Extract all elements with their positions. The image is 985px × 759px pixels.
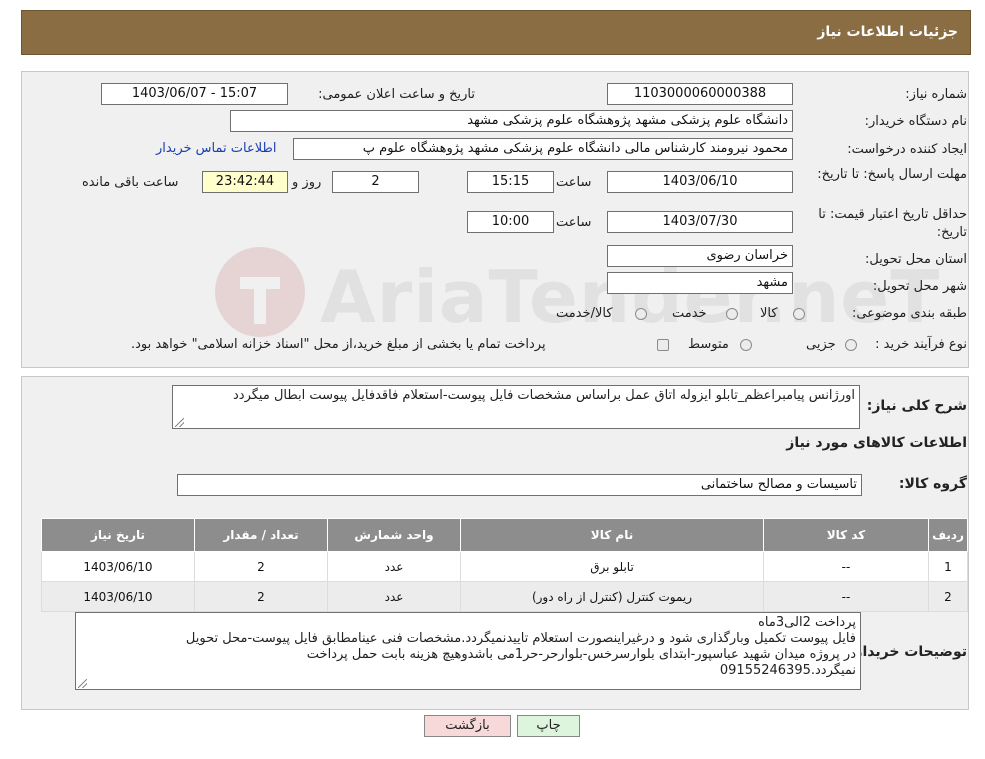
goods-group-field: تاسیسات و مصالح ساختمانی	[177, 474, 862, 496]
category-label: طبقه بندی موضوعی:	[851, 306, 967, 321]
cell-item-code: --	[763, 551, 929, 582]
col-quantity: تعداد / مقدار	[194, 518, 328, 552]
col-need-date: تاریخ نیاز	[41, 518, 195, 552]
category-option-goods: کالا	[760, 306, 778, 321]
table-row: 2 -- ریموت کنترل (کنترل از راه دور) عدد …	[41, 581, 968, 612]
category-option-service: خدمت	[672, 306, 707, 321]
cell-item-name: تابلو برق	[460, 551, 764, 582]
province-field: خراسان رضوی	[607, 245, 793, 267]
city-label: شهر محل تحویل:	[872, 279, 967, 294]
description-label: شرح کلی نیاز:	[866, 398, 967, 414]
need-number-field: 1103000060000388	[607, 83, 793, 105]
cell-item-name: ریموت کنترل (کنترل از راه دور)	[460, 581, 764, 612]
cell-row-number: 1	[928, 551, 968, 582]
cell-unit: عدد	[327, 581, 461, 612]
validity-time-label: ساعت	[556, 215, 592, 230]
goods-section-title: اطلاعات کالاهای مورد نیاز	[786, 435, 967, 451]
city-field: مشهد	[607, 272, 793, 294]
watermark-text: AriaTender.neT	[320, 255, 941, 339]
announce-field: 1403/06/07 - 15:07	[101, 83, 288, 105]
category-option-goods-service: کالا/خدمت	[556, 306, 613, 321]
print-button[interactable]: چاپ	[517, 715, 580, 737]
buyer-notes-line: فایل پیوست تکمیل وبارگذاری شود و درغیرای…	[185, 631, 856, 646]
cell-quantity: 2	[194, 581, 328, 612]
buyer-notes-line: نمیگردد.09155246395	[719, 663, 856, 678]
deadline-date-field: 1403/06/10	[607, 171, 793, 193]
back-button[interactable]: بازگشت	[424, 715, 511, 737]
page-title: جزئیات اطلاعات نیاز	[817, 24, 958, 40]
payment-note: پرداخت تمام یا بخشی از مبلغ خرید،از محل …	[131, 337, 546, 352]
announce-label: تاریخ و ساعت اعلان عمومی:	[318, 87, 475, 102]
page-header: جزئیات اطلاعات نیاز	[21, 10, 971, 55]
deadline-label: مهلت ارسال پاسخ: تا تاریخ:	[817, 166, 967, 184]
resize-grip-icon[interactable]	[175, 418, 184, 427]
buyer-notes-line: پرداخت 2الی3ماه	[758, 615, 856, 630]
items-table: ردیف کد کالا نام کالا واحد شمارش تعداد /…	[41, 518, 968, 612]
process-option-minor: جزیی	[806, 337, 836, 352]
process-label: نوع فرآیند خرید :	[875, 337, 967, 352]
description-text: اورژانس پیامبراعظم_تابلو ایزوله اتاق عمل…	[233, 388, 855, 403]
contact-info-link[interactable]: اطلاعات تماس خریدار	[156, 141, 276, 156]
deadline-time-label: ساعت	[556, 175, 592, 190]
validity-label-text: حداقل تاریخ اعتبار قیمت: تا تاریخ:	[818, 207, 967, 240]
col-item-name: نام کالا	[460, 518, 764, 552]
days-label: روز و	[292, 175, 322, 190]
deadline-label-text: مهلت ارسال پاسخ: تا تاریخ:	[817, 167, 967, 182]
remaining-label: ساعت باقی مانده	[82, 175, 179, 190]
creator-field: محمود نیرومند کارشناس مالی دانشگاه علوم …	[293, 138, 793, 160]
cell-quantity: 2	[194, 551, 328, 582]
buyer-notes-line: در پروژه میدان شهید عباسپور-ابتدای بلوار…	[306, 647, 856, 662]
province-label: استان محل تحویل:	[865, 252, 967, 267]
remaining-time-field: 23:42:44	[202, 171, 288, 193]
buyer-org-label: نام دستگاه خریدار:	[864, 114, 967, 129]
buyer-notes-label: توضیحات خریدار:	[848, 644, 967, 660]
items-table-header: ردیف کد کالا نام کالا واحد شمارش تعداد /…	[41, 518, 968, 552]
cell-item-code: --	[763, 581, 929, 612]
deadline-time-field: 15:15	[467, 171, 554, 193]
creator-label: ایجاد کننده درخواست:	[847, 142, 967, 157]
process-radio-medium[interactable]	[740, 339, 752, 351]
process-radio-minor[interactable]	[845, 339, 857, 351]
process-option-medium: متوسط	[688, 337, 729, 352]
col-item-code: کد کالا	[763, 518, 929, 552]
table-row: 1 -- تابلو برق عدد 2 1403/06/10	[41, 551, 968, 582]
validity-date-field: 1403/07/30	[607, 211, 793, 233]
description-textarea[interactable]: اورژانس پیامبراعظم_تابلو ایزوله اتاق عمل…	[172, 385, 860, 429]
cell-need-date: 1403/06/10	[41, 551, 195, 582]
resize-grip-icon[interactable]	[78, 679, 87, 688]
treasury-payment-checkbox[interactable]	[657, 339, 669, 351]
buyer-org-field: دانشگاه علوم پزشکی مشهد پژوهشگاه علوم پز…	[230, 110, 793, 132]
buyer-notes-textarea[interactable]: پرداخت 2الی3ماه فایل پیوست تکمیل وبارگذا…	[75, 612, 861, 690]
category-radio-goods-service[interactable]	[635, 308, 647, 320]
cell-unit: عدد	[327, 551, 461, 582]
need-number-label: شماره نیاز:	[905, 87, 967, 102]
col-row-number: ردیف	[928, 518, 968, 552]
goods-group-label: گروه کالا:	[898, 476, 967, 492]
validity-time-field: 10:00	[467, 211, 554, 233]
cell-row-number: 2	[928, 581, 968, 612]
cell-need-date: 1403/06/10	[41, 581, 195, 612]
category-radio-service[interactable]	[726, 308, 738, 320]
days-field: 2	[332, 171, 419, 193]
col-unit: واحد شمارش	[327, 518, 461, 552]
validity-label: حداقل تاریخ اعتبار قیمت: تا تاریخ:	[792, 206, 967, 242]
category-radio-goods[interactable]	[793, 308, 805, 320]
